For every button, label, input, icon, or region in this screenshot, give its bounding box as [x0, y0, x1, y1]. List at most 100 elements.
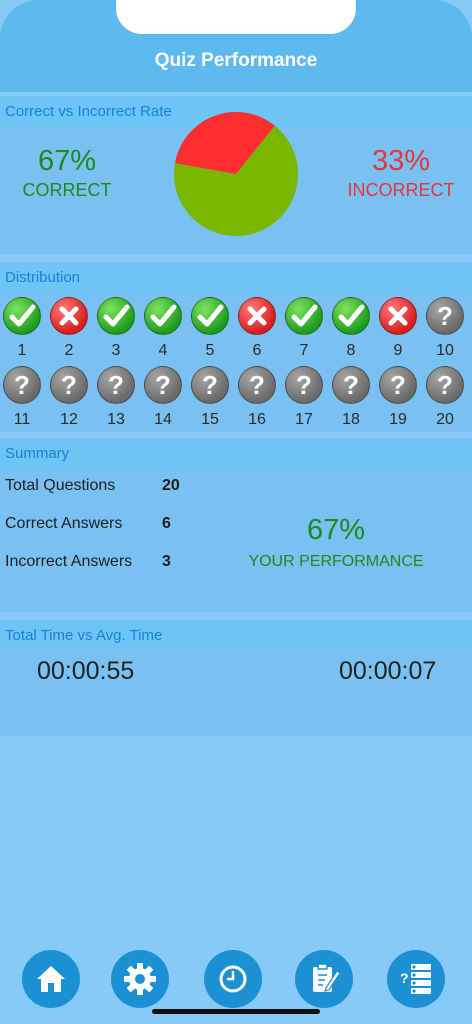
performance-label: YOUR PERFORMANCE: [248, 553, 424, 570]
svg-text:?: ?: [390, 370, 406, 400]
question-mark-icon: ?: [144, 366, 182, 404]
question-8-item[interactable]: 8: [332, 297, 372, 359]
average-time-value: 00:00:07: [339, 657, 437, 685]
questions-button[interactable]: ?: [387, 950, 445, 1008]
section-heading-time: Total Time vs Avg. Time: [0, 620, 472, 650]
clock-icon: [219, 965, 247, 993]
question-number: 9: [393, 342, 403, 359]
svg-text:?: ?: [437, 370, 453, 400]
question-number: 17: [295, 411, 313, 428]
svg-text:?: ?: [108, 370, 124, 400]
question-10-item[interactable]: ? 10: [426, 297, 466, 359]
question-12-item[interactable]: ? 12: [50, 366, 90, 428]
question-9-item[interactable]: 9: [379, 297, 419, 359]
question-number: 14: [154, 411, 172, 428]
question-mark-icon: ?: [97, 366, 135, 404]
home-button[interactable]: [22, 950, 80, 1008]
question-number: 3: [111, 342, 121, 359]
question-mark-icon: ?: [3, 366, 41, 404]
question-mark-icon: ?: [238, 366, 276, 404]
x-icon: [238, 297, 276, 335]
performance-percent: 67%: [306, 514, 366, 546]
question-7-item[interactable]: 7: [285, 297, 325, 359]
svg-text:?: ?: [155, 370, 171, 400]
question-number: 1: [17, 342, 27, 359]
question-3-item[interactable]: 3: [97, 297, 137, 359]
edit-notes-icon: [313, 963, 341, 992]
question-1-item[interactable]: 1: [3, 297, 43, 359]
history-button[interactable]: [204, 950, 262, 1008]
incorrect-percent: 33%: [371, 145, 431, 177]
question-mark-icon: ?: [426, 297, 464, 335]
correct-answers-label: Correct Answers: [5, 515, 123, 532]
svg-text:?: ?: [249, 370, 265, 400]
question-number: 2: [64, 342, 74, 359]
correct-answers-value: 6: [162, 515, 171, 532]
app-screen: Quiz Performance Correct vs Incorrect Ra…: [0, 0, 472, 1024]
home-icon: [37, 966, 65, 992]
x-icon: [379, 297, 417, 335]
svg-text:?: ?: [343, 370, 359, 400]
svg-text:?: ?: [14, 370, 30, 400]
question-17-item[interactable]: ? 17: [285, 366, 325, 428]
question-mark-icon: ?: [332, 366, 370, 404]
svg-text:?: ?: [437, 301, 453, 331]
question-mark-icon: ?: [379, 366, 417, 404]
question-15-item[interactable]: ? 15: [191, 366, 231, 428]
nav-header: Quiz Performance: [0, 0, 472, 92]
question-19-item[interactable]: ? 19: [379, 366, 419, 428]
question-mark-icon: ?: [426, 366, 464, 404]
check-icon: [3, 297, 41, 335]
incorrect-answers-value: 3: [162, 553, 171, 570]
total-questions-label: Total Questions: [5, 477, 116, 494]
section-heading-summary: Summary: [0, 438, 472, 468]
svg-text:?: ?: [61, 370, 77, 400]
section-heading-distribution: Distribution: [0, 262, 472, 292]
question-number: 8: [346, 342, 356, 359]
question-list-icon: ?: [400, 964, 431, 994]
question-number: 4: [158, 342, 168, 359]
question-number: 18: [342, 411, 360, 428]
total-time-value: 00:00:55: [37, 657, 135, 685]
question-number: 16: [248, 411, 266, 428]
check-icon: [191, 297, 229, 335]
question-6-item[interactable]: 6: [238, 297, 278, 359]
question-mark-icon: ?: [191, 366, 229, 404]
home-indicator: [152, 1009, 320, 1014]
check-icon: [285, 297, 323, 335]
gear-icon: [124, 963, 156, 995]
svg-text:?: ?: [400, 970, 409, 986]
question-5-item[interactable]: 5: [191, 297, 231, 359]
incorrect-answers-label: Incorrect Answers: [5, 553, 133, 570]
notes-button[interactable]: [295, 950, 353, 1008]
svg-text:?: ?: [296, 370, 312, 400]
question-number: 11: [13, 411, 31, 428]
correct-label: CORRECT: [22, 180, 112, 200]
question-11-item[interactable]: ? 11: [3, 366, 43, 428]
question-number: 12: [60, 411, 78, 428]
question-13-item[interactable]: ? 13: [97, 366, 137, 428]
question-18-item[interactable]: ? 18: [332, 366, 372, 428]
svg-text:?: ?: [202, 370, 218, 400]
question-number: 19: [389, 411, 407, 428]
question-number: 5: [205, 342, 215, 359]
check-icon: [332, 297, 370, 335]
settings-button[interactable]: [111, 950, 169, 1008]
question-mark-icon: ?: [285, 366, 323, 404]
check-icon: [144, 297, 182, 335]
question-2-item[interactable]: 2: [50, 297, 90, 359]
x-icon: [50, 297, 88, 335]
question-16-item[interactable]: ? 16: [238, 366, 278, 428]
device-notch: [116, 0, 356, 34]
correct-incorrect-pie-chart: [174, 112, 298, 236]
question-14-item[interactable]: ? 14: [144, 366, 184, 428]
question-number: 13: [107, 411, 125, 428]
question-number: 15: [201, 411, 219, 428]
question-20-item[interactable]: ? 20: [426, 366, 466, 428]
check-icon: [97, 297, 135, 335]
question-4-item[interactable]: 4: [144, 297, 184, 359]
page-title: Quiz Performance: [154, 50, 318, 71]
question-number: 10: [436, 342, 454, 359]
question-number: 7: [299, 342, 309, 359]
incorrect-label: INCORRECT: [347, 180, 455, 200]
